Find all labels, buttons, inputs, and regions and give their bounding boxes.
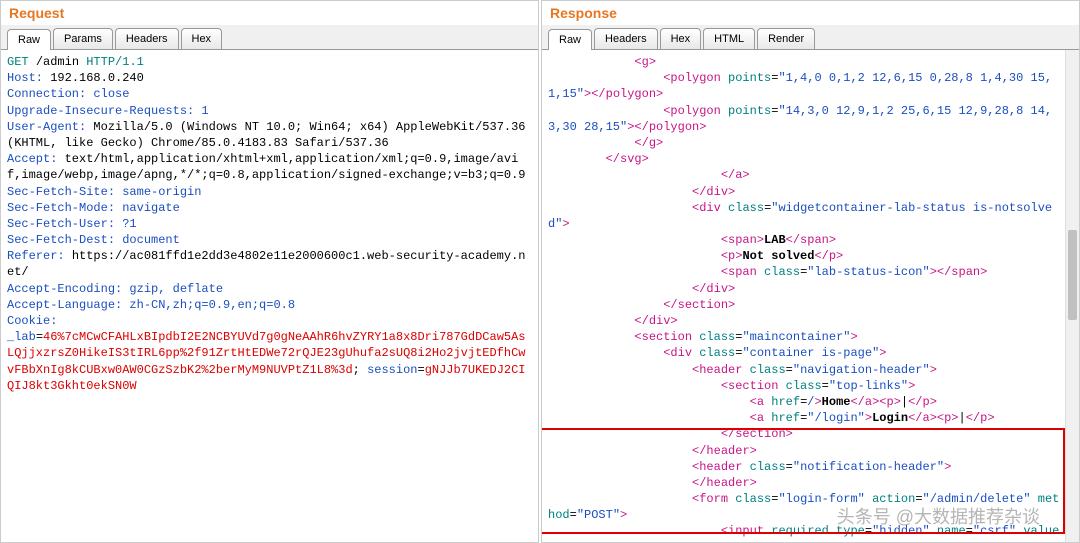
request-panel: Request Raw Params Headers Hex GET /admi… — [0, 0, 539, 543]
req-sfs: Sec-Fetch-Site: same-origin — [7, 185, 201, 199]
scrollbar-thumb[interactable] — [1068, 230, 1077, 320]
watermark: 头条号 @大数据推荐杂谈 — [837, 503, 1040, 529]
req-upgrade: Upgrade-Insecure-Requests: 1 — [7, 104, 209, 118]
tab-headers[interactable]: Headers — [115, 28, 179, 49]
req-method: GET — [7, 55, 36, 69]
cookie-sess-key: session — [367, 363, 417, 377]
tab-raw[interactable]: Raw — [7, 29, 51, 50]
req-al: Accept-Language: zh-CN,zh;q=0.9,en;q=0.8 — [7, 298, 295, 312]
req-cookie-h: Cookie: — [7, 314, 65, 328]
tab-params[interactable]: Params — [53, 28, 113, 49]
scrollbar[interactable] — [1065, 50, 1079, 542]
request-title: Request — [1, 1, 538, 25]
response-title: Response — [542, 1, 1079, 25]
req-ref-h: Referer: — [7, 249, 72, 263]
tab-hex-resp[interactable]: Hex — [660, 28, 702, 49]
req-host-h: Host: — [7, 71, 50, 85]
response-panel: Response Raw Headers Hex HTML Render <g>… — [541, 0, 1080, 543]
req-sfd: Sec-Fetch-Dest: document — [7, 233, 180, 247]
cookie-lab-key: _lab — [7, 330, 36, 344]
tab-html-resp[interactable]: HTML — [703, 28, 755, 49]
tab-hex[interactable]: Hex — [181, 28, 223, 49]
req-sfu: Sec-Fetch-User: ?1 — [7, 217, 137, 231]
response-content[interactable]: <g> <polygon points="1,4,0 0,1,2 12,6,15… — [542, 50, 1079, 542]
req-accept-h: Accept: — [7, 152, 65, 166]
req-ua-h: User-Agent: — [7, 120, 93, 134]
request-content[interactable]: GET /admin HTTP/1.1 Host: 192.168.0.240 … — [1, 50, 538, 542]
req-conn: Connection: close — [7, 87, 129, 101]
req-path: /admin — [36, 55, 79, 69]
tab-headers-resp[interactable]: Headers — [594, 28, 658, 49]
req-sfm: Sec-Fetch-Mode: navigate — [7, 201, 180, 215]
request-tabs: Raw Params Headers Hex — [1, 25, 538, 50]
req-proto: HTTP/1.1 — [79, 55, 144, 69]
response-tabs: Raw Headers Hex HTML Render — [542, 25, 1079, 50]
tab-raw-resp[interactable]: Raw — [548, 29, 592, 50]
tab-render-resp[interactable]: Render — [757, 28, 815, 49]
req-ae: Accept-Encoding: gzip, deflate — [7, 282, 223, 296]
